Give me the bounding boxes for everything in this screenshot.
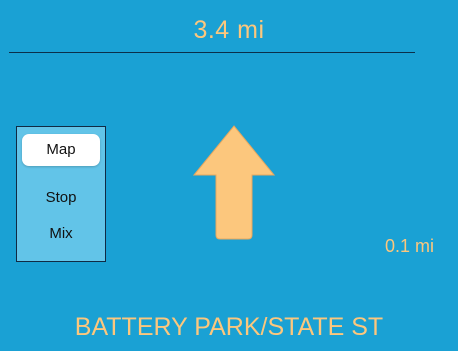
maneuver-distance: 0.1 mi [384, 236, 434, 256]
total-distance: 3.4 mi [193, 16, 265, 44]
mode-mix-button[interactable]: Mix [17, 225, 105, 242]
header-divider [9, 52, 415, 53]
navigation-screen: 3.4 mi Map Stop Mix 0.1 mi BATTERY PARK/… [0, 0, 458, 351]
straight-arrow-icon [193, 125, 275, 240]
mode-panel: Map Stop Mix [16, 126, 106, 262]
mode-map-button[interactable]: Map [22, 134, 100, 166]
mode-stop-button[interactable]: Stop [17, 189, 105, 206]
street-name: BATTERY PARK/STATE ST [74, 313, 384, 341]
